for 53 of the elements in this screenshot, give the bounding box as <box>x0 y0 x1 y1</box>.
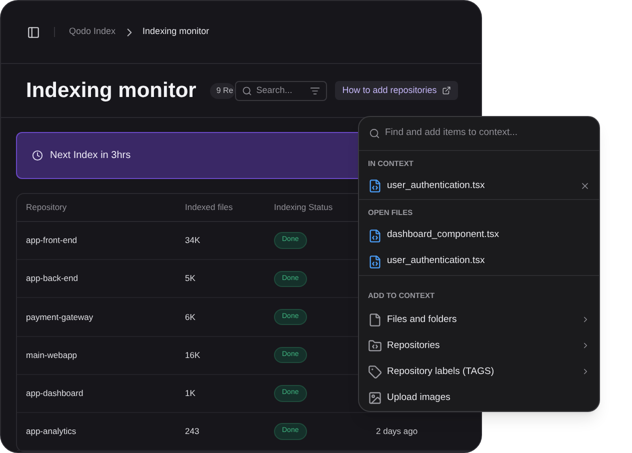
breadcrumb-item[interactable]: Indexing monitor <box>142 25 210 39</box>
file-icon <box>368 228 382 242</box>
banner-text: Next Index in 3hrs <box>50 149 131 163</box>
repository-name: payment-gateway <box>25 310 94 324</box>
breadcrumb-item[interactable]: Qodo Index <box>69 25 116 39</box>
context-item[interactable]: user_authentication.tsx <box>359 173 599 200</box>
indexed-files-count: 6K <box>185 310 196 324</box>
context-item[interactable]: Upload images <box>359 384 599 411</box>
external-link-icon <box>442 86 451 95</box>
context-item[interactable]: user_authentication.tsx <box>359 248 599 274</box>
indexed-files-count: 34K <box>185 234 202 247</box>
filter-icon[interactable] <box>310 86 320 96</box>
context-item[interactable]: dashboard_component.tsx <box>359 222 599 248</box>
search-icon <box>369 128 380 139</box>
context-search-field[interactable]: Find and add items to context... <box>359 117 599 151</box>
last-indexed-time: 2 days ago <box>376 425 418 438</box>
item-label: dashboard_component.tsx <box>387 228 499 242</box>
column-header: Repository <box>25 201 68 214</box>
search-field[interactable]: Search... <box>235 80 328 100</box>
sidebar-toggle-icon[interactable] <box>27 26 40 38</box>
item-label: user_authentication.tsx <box>387 179 485 194</box>
repository-name: main-webapp <box>25 348 78 362</box>
repository-name: app-front-end <box>25 234 78 247</box>
file-icon <box>368 254 382 268</box>
indexed-files-count: 243 <box>185 425 200 438</box>
file-icon <box>368 312 382 327</box>
item-label: Upload images <box>387 390 450 405</box>
repository-name: app-analytics <box>25 425 78 438</box>
folder-icon <box>368 338 382 353</box>
help-link-button[interactable]: How to add repositories <box>335 81 458 100</box>
item-label: Files and folders <box>387 312 457 327</box>
context-item[interactable]: Files and folders <box>359 306 599 333</box>
context-search-input[interactable]: Find and add items to context... <box>385 126 589 141</box>
indexed-files-count: 1K <box>185 386 196 400</box>
search-icon <box>242 86 252 96</box>
indexed-files-count: 16K <box>185 348 202 362</box>
item-label: Repository labels (TAGS) <box>387 364 494 379</box>
item-label: Repositories <box>387 338 440 353</box>
clock-icon <box>32 150 43 161</box>
image-icon <box>368 390 382 405</box>
count-badge: 9 Re <box>210 82 236 98</box>
item-label: user_authentication.tsx <box>387 254 485 268</box>
column-header: Indexed files <box>185 201 234 214</box>
repository-name: app-back-end <box>25 272 79 286</box>
tag-icon <box>368 364 382 379</box>
file-icon <box>368 179 382 194</box>
page-title: Indexing monitor <box>26 78 196 104</box>
indexed-files-count: 5K <box>185 272 196 286</box>
close-icon[interactable] <box>580 181 590 192</box>
search-input[interactable]: Search... <box>256 84 306 98</box>
context-item[interactable]: Repository labels (TAGS) <box>359 358 599 385</box>
context-item[interactable]: Repositories <box>359 332 599 359</box>
repository-name: app-dashboard <box>25 386 84 400</box>
